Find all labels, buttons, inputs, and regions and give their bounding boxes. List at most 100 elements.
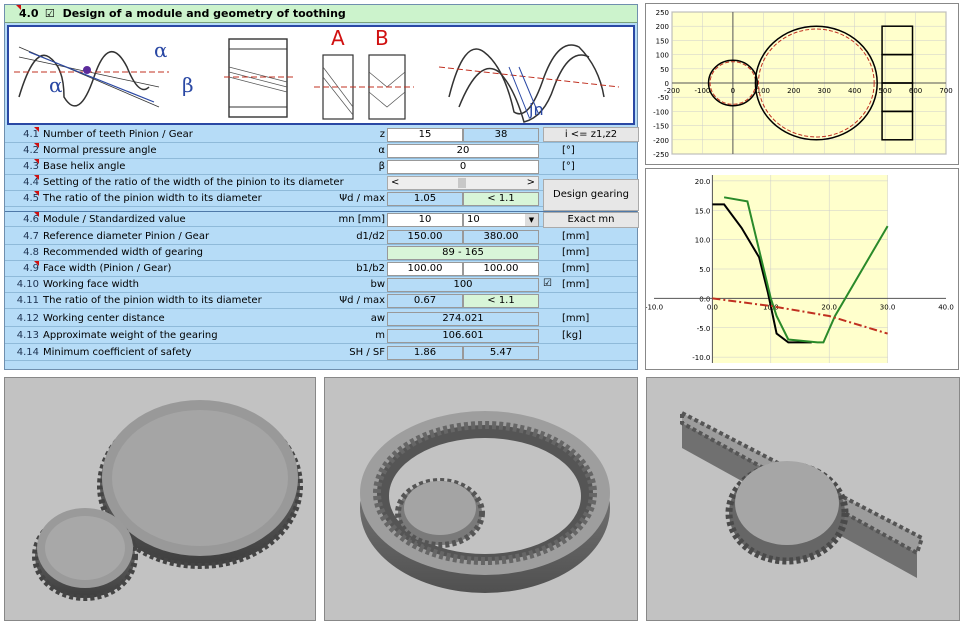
row-weight: 4.13 Approximate weight of the gearing m… [5, 328, 637, 344]
gear-face-width-input[interactable]: 100.00 [463, 262, 539, 276]
scroll-thumb[interactable] [458, 178, 466, 188]
gear-teeth-input[interactable]: 38 [463, 128, 539, 142]
y-tick-label: -100 [653, 108, 669, 116]
row-number: 4.7 [23, 231, 39, 242]
scroll-left-arrow[interactable]: < [391, 177, 399, 188]
row-number: 4.13 [16, 330, 39, 341]
x-tick-label: 20.0 [821, 303, 837, 311]
row-symbol: aw [370, 313, 385, 324]
width-ratio-2-max: < 1.1 [463, 294, 539, 308]
row-number: 4.10 [16, 279, 39, 290]
section-number: 4.0 [19, 7, 39, 20]
y-tick-label: 100 [656, 52, 669, 60]
chevron-down-icon[interactable]: ▼ [525, 214, 538, 226]
x-tick-label: 0 [731, 87, 735, 95]
gear-diameter-value: 380.00 [463, 230, 539, 244]
row-reference-diameter: 4.7 Reference diameter Pinion / Gear d1/… [5, 229, 637, 245]
ratio-button[interactable]: i <= z1,z2 [543, 127, 639, 142]
row-number: 4.9 [23, 263, 39, 274]
row-number: 4.14 [16, 347, 39, 358]
comment-marker [16, 5, 21, 10]
gear-circles-svg: 250200150100500-50-100-150-200-250-200 -1… [653, 9, 953, 159]
section-title: Design of a module and geometry of tooth… [62, 7, 346, 20]
center-distance-value: 274.021 [387, 312, 539, 326]
row-recommended-width: 4.8 Recommended width of gearing 89 - 16… [5, 245, 637, 261]
x-tick-label: 40.0 [938, 303, 954, 311]
row-symbol: SH / SF [349, 347, 385, 358]
row-label: Number of teeth Pinion / Gear [43, 129, 193, 140]
row-symbol: Ψd / max [339, 295, 385, 306]
row-face-width: 4.9 Face width (Pinion / Gear) b1/b2 100… [5, 261, 637, 277]
external-gears-panel [4, 377, 316, 621]
x-tick-label: 700 [939, 87, 952, 95]
y-tick-label: 200 [656, 23, 669, 31]
module-input[interactable]: 10 [387, 213, 463, 227]
sliding-curve-chart: 20.0 15.0 10.0 5.0 0.0 -5.0 -10.0 -10.0 0.0 10.0 2… [645, 168, 959, 370]
toothing-diagram: α α β A B jn [7, 25, 635, 125]
pinion-teeth-input[interactable]: 15 [387, 128, 463, 142]
section-checkbox[interactable]: ☑ [45, 7, 55, 20]
variant-a-label: A [331, 27, 345, 50]
y-tick-label: 20.0 [695, 178, 711, 186]
y-tick-label: 250 [656, 9, 669, 17]
row-label: Base helix angle [43, 161, 126, 172]
row-label: Normal pressure angle [43, 145, 157, 156]
row-symbol: Ψd / max [339, 193, 385, 204]
helix-angle-input[interactable]: 0 [387, 160, 539, 174]
row-label: Face width (Pinion / Gear) [43, 263, 172, 274]
y-tick-label: -50 [658, 94, 669, 102]
row-number: 4.1 [23, 129, 39, 140]
exact-mn-button[interactable]: Exact mn [543, 212, 639, 228]
y-tick-label: 10.0 [695, 237, 711, 245]
row-symbol: m [375, 330, 385, 341]
row-helix-angle: 4.3 Base helix angle β 0 [°] [5, 159, 637, 175]
safety-sf-value: 5.47 [463, 346, 539, 360]
unit-label: [°] [562, 161, 575, 172]
pressure-angle-input[interactable]: 20 [387, 144, 539, 158]
weight-value: 106.601 [387, 329, 539, 343]
row-symbol: β [378, 161, 385, 172]
alpha-symbol: α [49, 73, 63, 97]
row-label: Reference diameter Pinion / Gear [43, 231, 210, 242]
design-sheet: 4.0 ☑ Design of a module and geometry of… [4, 4, 639, 370]
row-label: Recommended width of gearing [43, 247, 204, 258]
row-number: 4.6 [23, 214, 39, 225]
y-tick-label: 15.0 [695, 207, 711, 215]
y-tick-label: 50 [660, 66, 669, 74]
row-number: 4.11 [16, 295, 39, 306]
row-label: Module / Standardized value [43, 214, 186, 225]
gear-circles-chart: 250 200 150 100 50 0 -50 -100 -150 -200 -250 -200 -1… [645, 3, 959, 165]
row-symbol: d1/d2 [356, 231, 385, 242]
row-label: Working face width [43, 279, 140, 290]
y-tick-label: 5.0 [699, 266, 710, 274]
unit-label: [mm] [562, 247, 590, 258]
pinion-face-width-input[interactable]: 100.00 [387, 262, 463, 276]
width-ratio-scrollbar[interactable]: < > [387, 176, 539, 190]
x-tick-label: 0.0 [707, 303, 718, 311]
row-symbol: bw [370, 279, 385, 290]
row-center-distance: 4.12 Working center distance aw 274.021 … [5, 311, 637, 327]
row-number: 4.12 [16, 313, 39, 324]
row-label: Setting of the ratio of the width of the… [43, 177, 344, 188]
x-tick-label: 200 [787, 87, 800, 95]
x-tick-label: -10.0 [646, 303, 663, 311]
width-ratio-value: 1.05 [387, 192, 463, 206]
working-width-checkbox[interactable]: ☑ [543, 278, 552, 289]
x-tick-label: 400 [848, 87, 861, 95]
row-width-ratio-2: 4.11 The ratio of the pinion width to it… [5, 293, 637, 309]
y-tick-label: 150 [656, 37, 669, 45]
module-select-value: 10 [467, 214, 480, 225]
row-safety: 4.14 Minimum coefficient of safety SH / … [5, 345, 637, 361]
unit-label: [mm] [562, 279, 590, 290]
x-tick-label: 500 [878, 87, 891, 95]
design-gearing-button[interactable]: Design gearing [543, 179, 639, 211]
row-label: Approximate weight of the gearing [43, 330, 218, 341]
x-tick-label: 600 [909, 87, 922, 95]
row-label: Minimum coefficient of safety [43, 347, 192, 358]
row-symbol: b1/b2 [356, 263, 385, 274]
section-title-bar: 4.0 ☑ Design of a module and geometry of… [5, 5, 637, 23]
scroll-right-arrow[interactable]: > [527, 177, 535, 188]
rack-pinion-panel [646, 377, 960, 621]
module-select[interactable]: 10 ▼ [463, 213, 539, 227]
width-ratio-2-value: 0.67 [387, 294, 463, 308]
